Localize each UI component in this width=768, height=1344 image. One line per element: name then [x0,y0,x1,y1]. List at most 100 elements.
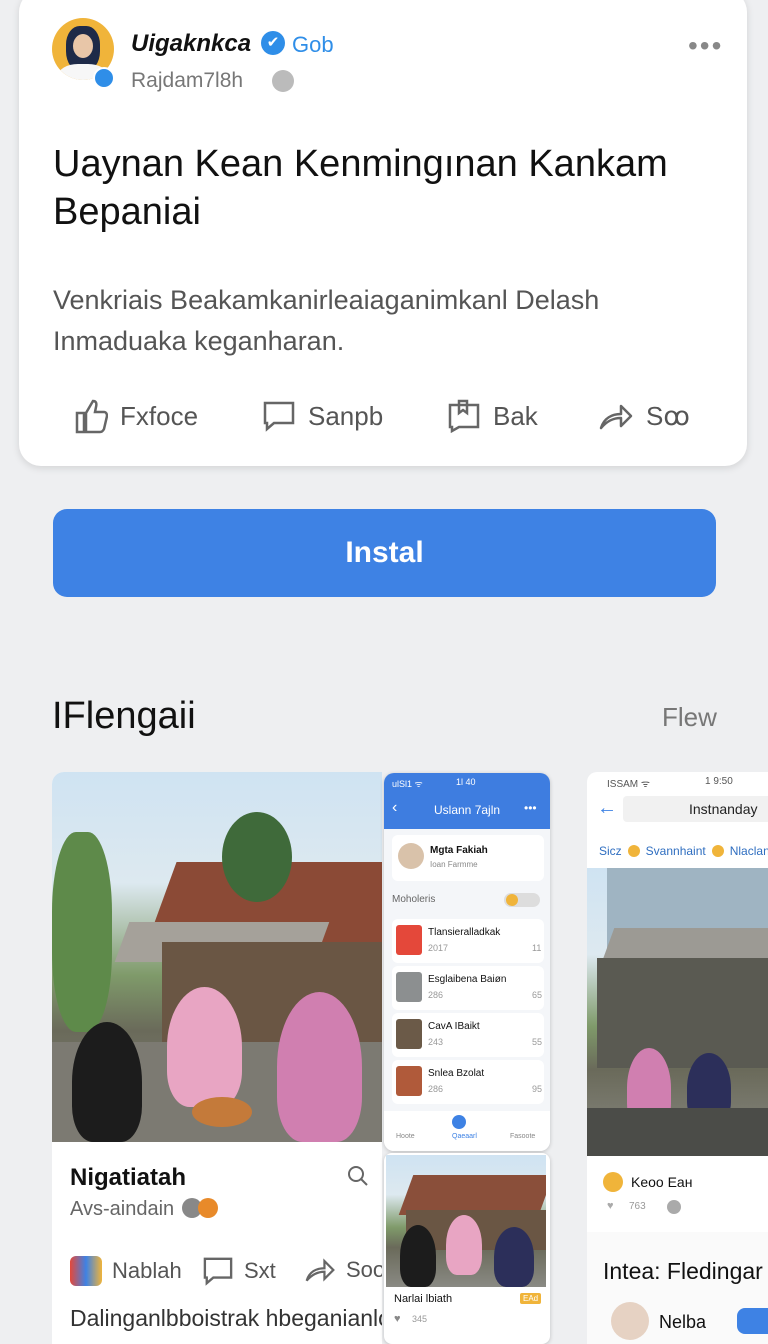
post-body: Venkriais Beakamkanirleaiaganimkanl Dela… [53,285,600,356]
tag[interactable]: Sicz [599,844,622,858]
phone-header: ulSl1 ᯤ 1l 40 ‹ Uslann 7ajln ••• [384,773,550,829]
nav-active-icon [452,1115,466,1129]
globe-icon [272,70,294,92]
install-button[interactable]: Instal [53,509,716,597]
list-item[interactable]: Esglaibena Baiøn 286 65 [392,966,544,1010]
item-title: CavA IBaikt [428,1021,480,1032]
screenshot1-subtitle: Avs-aindain [70,1198,175,1220]
screenshot3-title: Intea: Fledingar [603,1258,763,1284]
toggle-label: Moholeris [392,894,436,905]
bookmark-button[interactable]: Bak [447,395,538,437]
bottom-nav: Hoote Qaeaarl Fasoote [384,1111,550,1151]
section-more-link[interactable]: Flew [662,702,717,733]
share-label: Sꝏ [646,400,690,431]
bookmark-label: Bak [493,400,538,431]
profile-sub: Ioan Farmme [430,860,478,869]
phone2-title: Narlai lbiath [394,1293,453,1305]
screenshot-card-3[interactable]: ISSAM ᯤ 1 9:50 ← Instnanday Sicz Svannha… [587,772,768,1344]
search-icon[interactable] [346,1164,370,1188]
scene-image [386,1155,546,1287]
nav-home[interactable]: Hoote [396,1133,415,1140]
like-count: 345 [412,1314,428,1324]
item-count: 11 [532,943,542,953]
list-item[interactable]: Snlea Bzolat 286 95 [392,1060,544,1104]
reaction-icon [198,1198,218,1218]
comment-icon [263,401,295,432]
nav-right[interactable]: Fasoote [510,1133,535,1140]
list-item[interactable]: CavA IBaikt 243 55 [392,1013,544,1057]
item-meta: 243 [428,1037,444,1047]
item-count: 95 [532,1084,543,1094]
info-icon [667,1200,681,1214]
verified-icon: ✔ [261,31,285,55]
phone-screenshot[interactable]: ulSl1 ᯤ 1l 40 ‹ Uslann 7ajln ••• Mgta Fa… [384,773,550,1151]
scene-image [52,772,382,1142]
tag-row: Sicz Svannhaint Nlaclan [599,844,768,858]
card-icon [603,1172,623,1192]
more-options-icon[interactable]: ••• [688,30,723,62]
section-title: IFlengaii [52,695,196,737]
back-arrow-icon[interactable]: ← [597,797,617,820]
thumbs-up-icon [75,399,108,434]
tag[interactable]: Nlaclan [730,844,768,858]
item-meta: 286 [428,990,444,1000]
comment-icon [203,1257,233,1286]
status-time: 1 9:50 [705,776,733,787]
scene-image [587,868,768,1156]
bookmark-icon [448,399,480,433]
screenshot1-action-label: Soo [346,1257,382,1282]
phone-title: Uslann 7ajln [434,803,501,817]
status-bar: ulSl1 ᯤ [392,779,423,789]
item-meta: 2017 [428,943,449,953]
post-handle: Rajdam7l8h [131,69,244,92]
card-meta: 763 [629,1201,646,1212]
item-count: 65 [532,990,543,1000]
list-item[interactable]: Tlansieralladkak 2017 11 [392,919,544,963]
emoji-icon [711,845,724,857]
screenshot1-like[interactable]: Nablah [70,1256,182,1286]
item-title: Esglaibena Baiøn [428,974,507,985]
heart-icon[interactable]: ♥ [607,1200,614,1212]
screenshot1-title: Nigatiatah [70,1164,187,1191]
item-title: Tlansieralladkak [428,927,501,938]
tag[interactable]: Svannhaint [646,844,706,858]
status-badge: EAd [520,1293,542,1304]
search-value: Instnanday [689,801,758,817]
post-headline: Uaynan Kean Kenmingınan Kankam Bepaniai [53,143,668,233]
search-input[interactable]: Instnanday [623,796,768,822]
toggle-switch[interactable] [504,893,540,907]
avatar[interactable] [611,1302,649,1340]
share-icon [305,1258,335,1282]
card-title: Keoo Eaн [631,1174,693,1190]
phone-screenshot-2[interactable]: Narlai lbiath EAd ♥ 345 [384,1153,550,1344]
screenshot1-comment[interactable]: Sxt [202,1256,276,1286]
post-username[interactable]: Uigaknkca [131,30,251,58]
item-meta: 286 [428,1084,444,1094]
screenshot1-share[interactable]: Soo [304,1256,382,1284]
more-icon[interactable]: ••• [524,801,537,815]
screenshot1-link[interactable]: Dalinganlbboistrak hbeganianlo [70,1305,382,1332]
post-tag[interactable]: Gob [292,32,334,58]
profile-name: Mgta Fakiah [430,845,488,856]
avatar-badge [93,67,115,89]
app-icon [70,1256,102,1286]
back-icon[interactable]: ‹ [392,799,397,817]
profile-row[interactable]: Mgta Fakiah Ioan Farmme [392,835,544,881]
like-button[interactable]: Fxfoce [74,395,198,437]
heart-icon[interactable]: ♥ [394,1313,401,1325]
share-icon [599,404,633,430]
screenshot1-action-label: Sxt [244,1258,276,1283]
status-time: 1l 40 [456,777,476,787]
screenshot-card-1[interactable]: Nigatiatah Avs-aindain Nablah Sxt Soo Da… [52,772,382,1344]
item-title: Snlea Bzolat [428,1068,485,1079]
comment-button[interactable]: Sanpb [262,395,383,437]
comment-label: Sanpb [308,400,384,431]
share-button[interactable]: Sꝏ [598,395,690,437]
follow-button[interactable] [737,1308,768,1334]
status-bar: ISSAM ᯤ [607,779,651,790]
like-label: Fxfoce [120,400,199,431]
screenshot1-action-label: Nablah [112,1258,182,1283]
emoji-icon [627,845,640,857]
nav-center[interactable]: Qaeaarl [452,1133,477,1140]
item-count: 55 [532,1037,543,1047]
